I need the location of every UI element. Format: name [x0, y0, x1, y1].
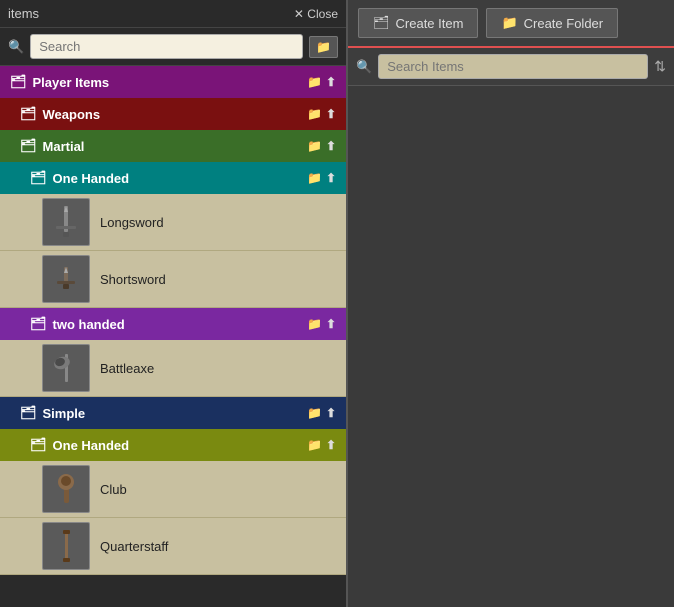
- folder-icon: 🗂: [30, 170, 47, 186]
- folder-row-left: 🗂 One Handed: [30, 170, 129, 186]
- folder-row-left: 🗂 Simple: [20, 405, 85, 421]
- folder-label: Weapons: [43, 107, 101, 122]
- search-icon: 🔍: [8, 39, 24, 55]
- right-content: [348, 86, 674, 607]
- folder-one-handed-1[interactable]: 🗂 One Handed 📁 ⬆: [0, 162, 346, 194]
- folder-add-subfolder-icon[interactable]: 📁: [307, 75, 322, 89]
- add-folder-button[interactable]: 📁: [309, 36, 338, 58]
- item-name: Shortsword: [100, 272, 166, 287]
- item-shortsword[interactable]: Shortsword: [0, 251, 346, 308]
- folder-simple[interactable]: 🗂 Simple 📁 ⬆: [0, 397, 346, 429]
- tree-container: 🗂 Player Items 📁 ⬆ 🗂 Weapons 📁 ⬆ 🗂: [0, 66, 346, 607]
- folder-row-left: 🗂 Player Items: [10, 74, 109, 90]
- close-button[interactable]: ✕ Close: [294, 7, 338, 21]
- folder-label: One Handed: [53, 171, 130, 186]
- folder-player-items[interactable]: 🗂 Player Items 📁 ⬆: [0, 66, 346, 98]
- left-header: items ✕ Close: [0, 0, 346, 28]
- folder-weapons[interactable]: 🗂 Weapons 📁 ⬆: [0, 98, 346, 130]
- folder-import-icon[interactable]: ⬆: [326, 438, 336, 452]
- folder-actions: 📁 ⬆: [307, 75, 336, 89]
- create-folder-label: Create Folder: [524, 16, 603, 31]
- folder-add-subfolder-icon[interactable]: 📁: [307, 317, 322, 331]
- folder-row-left: 🗂 Martial: [20, 138, 84, 154]
- folder-add-subfolder-icon[interactable]: 📁: [307, 139, 322, 153]
- folder-row-left: 🗂 One Handed: [30, 437, 129, 453]
- item-thumbnail: [42, 522, 90, 570]
- item-longsword[interactable]: Longsword: [0, 194, 346, 251]
- folder-two-handed[interactable]: 🗂 two handed 📁 ⬆: [0, 308, 346, 340]
- left-search-row: 🔍 📁: [0, 28, 346, 66]
- folder-icon: 🗂: [10, 74, 27, 90]
- folder-icon: 🗂: [20, 405, 37, 421]
- folder-add-subfolder-icon[interactable]: 📁: [307, 438, 322, 452]
- item-battleaxe[interactable]: Battleaxe: [0, 340, 346, 397]
- item-thumbnail: [42, 255, 90, 303]
- folder-actions: 📁 ⬆: [307, 139, 336, 153]
- folder-add-subfolder-icon[interactable]: 📁: [307, 107, 322, 121]
- folder-row-left: 🗂 Weapons: [20, 106, 100, 122]
- folder-icon: 🗂: [20, 106, 37, 122]
- folder-label: One Handed: [53, 438, 130, 453]
- right-panel: 🗂 Create Item 📁 Create Folder 🔍 ⇅: [348, 0, 674, 607]
- folder-import-icon[interactable]: ⬆: [326, 171, 336, 185]
- folder-actions: 📁 ⬆: [307, 438, 336, 452]
- folder-label: Simple: [43, 406, 86, 421]
- panel-title: items: [8, 6, 39, 21]
- folder-import-icon[interactable]: ⬆: [326, 317, 336, 331]
- right-toolbar: 🗂 Create Item 📁 Create Folder: [348, 0, 674, 48]
- search-icon: 🔍: [356, 59, 372, 75]
- folder-import-icon[interactable]: ⬆: [326, 406, 336, 420]
- folder-import-icon[interactable]: ⬆: [326, 107, 336, 121]
- folder-one-handed-2[interactable]: 🗂 One Handed 📁 ⬆: [0, 429, 346, 461]
- item-name: Battleaxe: [100, 361, 154, 376]
- item-name: Longsword: [100, 215, 164, 230]
- item-name: Club: [100, 482, 127, 497]
- left-panel: items ✕ Close 🔍 📁 🗂 Player Items 📁 ⬆ 🗂 W…: [0, 0, 348, 607]
- folder-actions: 📁 ⬆: [307, 107, 336, 121]
- item-thumbnail: [42, 344, 90, 392]
- folder-actions: 📁 ⬆: [307, 317, 336, 331]
- folder-label: Player Items: [33, 75, 110, 90]
- item-thumbnail: [42, 465, 90, 513]
- item-club[interactable]: Club: [0, 461, 346, 518]
- create-item-icon: 🗂: [373, 15, 390, 31]
- right-search-row: 🔍 ⇅: [348, 48, 674, 86]
- create-folder-icon: 📁: [501, 15, 517, 31]
- folder-martial[interactable]: 🗂 Martial 📁 ⬆: [0, 130, 346, 162]
- folder-actions: 📁 ⬆: [307, 406, 336, 420]
- folder-icon: 🗂: [30, 437, 47, 453]
- sort-icon[interactable]: ⇅: [654, 58, 666, 75]
- create-item-label: Create Item: [396, 16, 464, 31]
- folder-actions: 📁 ⬆: [307, 171, 336, 185]
- folder-icon: 🗂: [30, 316, 47, 332]
- search-items-input[interactable]: [378, 54, 648, 79]
- folder-add-subfolder-icon[interactable]: 📁: [307, 406, 322, 420]
- folder-row-left: 🗂 two handed: [30, 316, 125, 332]
- search-input[interactable]: [30, 34, 303, 59]
- folder-import-icon[interactable]: ⬆: [326, 139, 336, 153]
- folder-import-icon[interactable]: ⬆: [326, 75, 336, 89]
- item-name: Quarterstaff: [100, 539, 168, 554]
- folder-label: two handed: [53, 317, 125, 332]
- folder-add-subfolder-icon[interactable]: 📁: [307, 171, 322, 185]
- folder-label: Martial: [43, 139, 85, 154]
- item-quarterstaff[interactable]: Quarterstaff: [0, 518, 346, 575]
- create-folder-button[interactable]: 📁 Create Folder: [486, 8, 618, 38]
- folder-icon: 🗂: [20, 138, 37, 154]
- item-thumbnail: [42, 198, 90, 246]
- create-item-button[interactable]: 🗂 Create Item: [358, 8, 478, 38]
